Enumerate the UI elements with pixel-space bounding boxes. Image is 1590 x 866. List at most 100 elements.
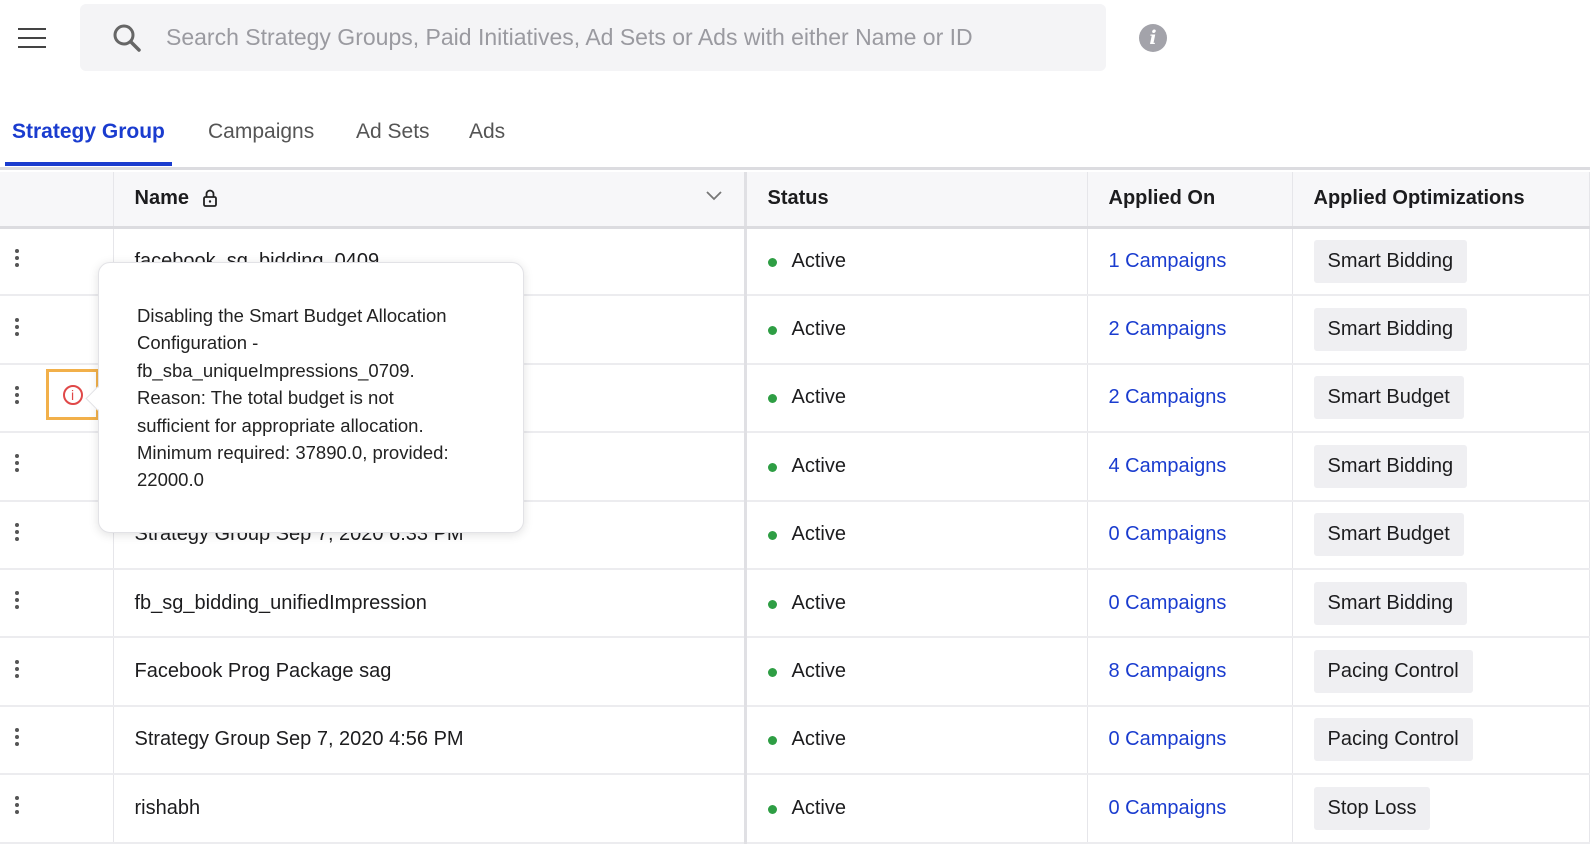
optimization-chip: Smart Bidding [1313,581,1468,625]
status-text: Active [791,796,846,819]
row-applied-on: 8 Campaigns [1087,637,1293,707]
campaigns-link[interactable]: 8 Campaigns [1109,660,1227,682]
row-applied-on: 0 Campaigns [1087,774,1293,844]
search-icon [113,24,141,52]
status-dot-icon [767,804,777,814]
campaigns-link[interactable]: 2 Campaigns [1109,318,1227,340]
tab-strategy-group[interactable]: Strategy Group [5,120,172,166]
optimization-chip: Smart Budget [1313,513,1464,557]
row-optimization: Smart Bidding [1292,227,1590,297]
status-dot-icon [767,257,777,267]
status-text: Active [791,523,846,546]
more-options-icon[interactable] [10,657,24,681]
row-actions [0,774,114,844]
row-optimization: Stop Loss [1292,774,1590,844]
status-dot-icon [767,736,777,746]
tooltip-line: 22000.0 [137,469,204,491]
row-status: Active [745,295,1088,365]
status-dot-icon [767,462,777,472]
more-options-icon[interactable] [10,588,24,612]
more-options-icon[interactable] [10,725,24,749]
row-applied-on: 4 Campaigns [1087,432,1293,502]
tooltip-line: fb_sba_uniqueImpressions_0709. [137,359,415,381]
row-optimization: Smart Bidding [1292,432,1590,502]
campaigns-link[interactable]: 0 Campaigns [1109,523,1227,545]
campaigns-link[interactable]: 4 Campaigns [1109,455,1227,477]
more-options-icon[interactable] [10,793,24,817]
search-input[interactable] [166,24,1066,51]
row-name[interactable]: rishabh [113,774,747,844]
tab-ad-sets[interactable]: Ad Sets [356,120,430,162]
search-bar[interactable] [80,4,1106,71]
table-row[interactable]: Strategy Group Sep 7, 2020 4:56 PM Activ… [0,705,1590,776]
applied-on-header: Applied On [1087,172,1293,229]
tooltip-line: Reason: The total budget is not [137,387,394,409]
status-dot-icon [767,599,777,609]
row-optimization: Smart Budget [1292,363,1590,434]
chevron-down-icon[interactable] [705,191,722,201]
status-dot-icon [767,326,777,336]
row-status: Active [745,568,1088,639]
row-applied-on: 2 Campaigns [1087,363,1293,434]
campaigns-link[interactable]: 0 Campaigns [1109,728,1227,750]
more-options-icon[interactable] [10,451,24,475]
tooltip-line: Minimum required: 37890.0, provided: [137,442,449,464]
row-actions [0,500,114,570]
lock-icon [203,189,217,208]
tab-ads[interactable]: Ads [469,120,505,162]
row-actions [0,568,114,639]
tooltip-line: Configuration - [137,332,259,354]
row-status: Active [745,705,1088,776]
campaigns-link[interactable]: 1 Campaigns [1109,250,1227,272]
row-actions [0,705,114,776]
name-header-label: Name [134,187,189,210]
row-name[interactable]: fb_sg_bidding_unifiedImpression [113,568,747,639]
tooltip-line: sufficient for appropriate allocation. [137,414,424,436]
table-row[interactable]: fb_sg_bidding_unifiedImpression Active 0… [0,568,1590,639]
row-optimization: Smart Budget [1292,500,1590,570]
optimization-chip: Smart Bidding [1313,308,1468,352]
optimization-chip: Pacing Control [1313,718,1473,762]
optimizations-header: Applied Optimizations [1292,172,1590,229]
campaigns-link[interactable]: 2 Campaigns [1109,386,1227,408]
more-options-icon[interactable] [10,520,24,544]
actions-header [0,172,114,229]
row-status: Active [745,637,1088,707]
optimization-chip: Smart Bidding [1313,444,1468,488]
name-header[interactable]: Name [113,172,747,229]
row-optimization: Pacing Control [1292,637,1590,707]
row-name[interactable]: Facebook Prog Package sag [113,637,747,707]
error-tooltip: Disabling the Smart Budget Allocation Con… [98,262,524,533]
tab-campaigns[interactable]: Campaigns [208,120,314,162]
row-actions [0,432,114,502]
campaigns-link[interactable]: 0 Campaigns [1109,592,1227,614]
status-dot-icon [767,668,777,678]
status-text: Active [791,660,846,683]
optimization-chip: Smart Budget [1313,376,1464,420]
row-actions [0,227,114,297]
row-applied-on: 0 Campaigns [1087,500,1293,570]
row-name[interactable]: Strategy Group Sep 7, 2020 4:56 PM [113,705,747,776]
status-text: Active [791,454,846,477]
more-options-icon[interactable] [10,383,24,407]
more-options-icon[interactable] [10,315,24,339]
status-header: Status [745,172,1088,229]
optimization-chip: Pacing Control [1313,650,1473,694]
status-text: Active [791,386,846,409]
table-row[interactable]: rishabh Active 0 Campaigns Stop Loss [0,774,1590,844]
row-actions [0,295,114,365]
table-row[interactable]: Facebook Prog Package sag Active 8 Campa… [0,637,1590,707]
info-icon[interactable]: i [1139,24,1167,52]
row-applied-on: 1 Campaigns [1087,227,1293,297]
error-info-icon: i [62,384,83,405]
status-text: Active [791,591,846,614]
row-status: Active [745,500,1088,570]
optimization-chip: Smart Bidding [1313,239,1468,283]
row-applied-on: 2 Campaigns [1087,295,1293,365]
row-optimization: Pacing Control [1292,705,1590,776]
hamburger-menu-icon[interactable] [18,28,46,48]
row-applied-on: 0 Campaigns [1087,705,1293,776]
campaigns-link[interactable]: 0 Campaigns [1109,797,1227,819]
more-options-icon[interactable] [10,246,24,270]
row-actions [0,637,114,707]
